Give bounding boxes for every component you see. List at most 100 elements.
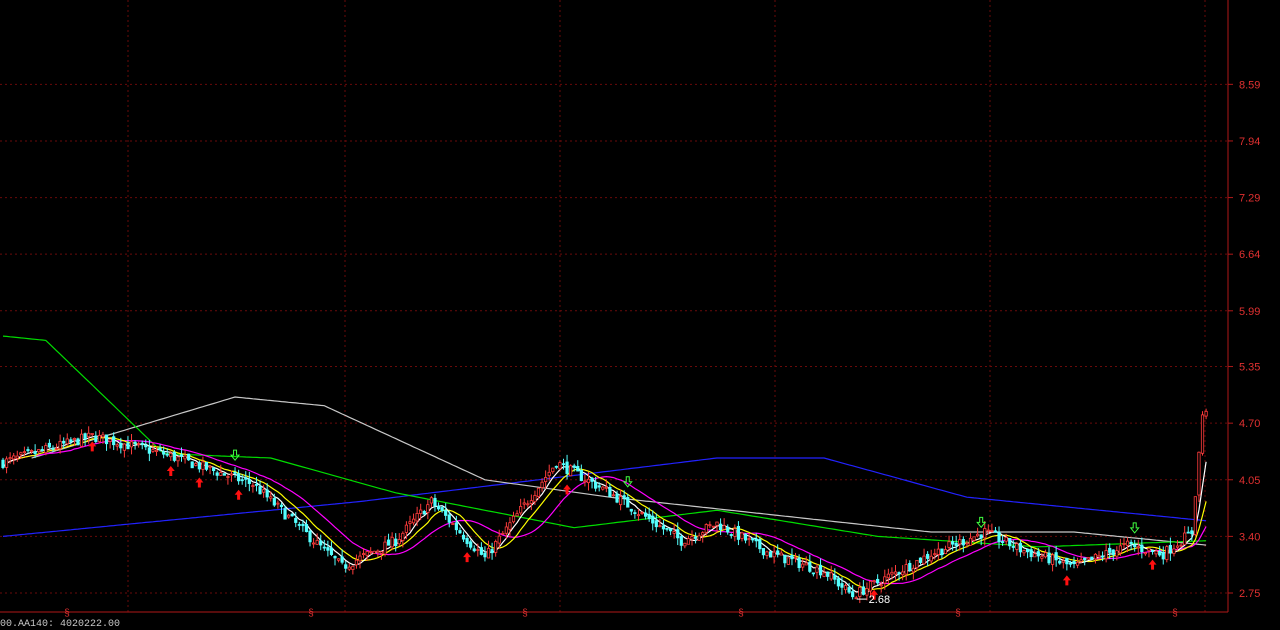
candle-body: [365, 551, 369, 556]
candle-body: [1108, 547, 1112, 553]
candle-body: [576, 465, 580, 472]
candle-body: [822, 572, 826, 577]
candle-body: [240, 479, 244, 482]
candle-body: [172, 451, 176, 461]
candle-body: [54, 448, 59, 450]
sell-arrow-icon: [1129, 522, 1140, 534]
candle-body: [1040, 556, 1044, 559]
candle-body: [615, 493, 619, 503]
candle-body: [790, 554, 794, 560]
candle-body: [990, 529, 994, 532]
candle-body: [697, 535, 701, 541]
candle-body: [501, 532, 505, 535]
candle-body: [269, 496, 273, 499]
candle-body: [58, 440, 62, 450]
candle-body: [94, 435, 98, 442]
candle-body: [826, 571, 830, 577]
buy-arrow-icon: [88, 441, 97, 452]
candle-body: [997, 531, 1001, 543]
candle-body: [1025, 548, 1030, 553]
candle-body: [594, 481, 598, 489]
candle-body: [12, 455, 16, 460]
candle-body: [1022, 550, 1026, 554]
candle-body: [747, 538, 751, 540]
candle-body: [690, 536, 694, 540]
candle-body: [226, 476, 230, 478]
candle-body: [565, 461, 569, 474]
candle-body: [358, 555, 362, 562]
candle-body: [297, 524, 301, 526]
candle-body: [315, 540, 319, 545]
candle-body: [836, 578, 840, 587]
candle-body: [544, 477, 548, 482]
candle-body: [1115, 550, 1119, 557]
candle-body: [761, 548, 766, 556]
candle-body: [469, 541, 473, 548]
candle-body: [619, 496, 623, 506]
candle-body: [104, 434, 109, 445]
candle-body: [743, 533, 748, 541]
candle-body: [276, 502, 280, 505]
candle-body: [344, 564, 348, 569]
candle-body: [793, 556, 798, 559]
candle-body: [340, 556, 344, 563]
candle-body: [494, 541, 498, 553]
candle-body: [169, 453, 173, 458]
candle-body: [1029, 549, 1033, 558]
candle-body: [1043, 552, 1048, 558]
candle-body: [886, 573, 890, 579]
candle-body: [1008, 538, 1012, 547]
candle-body: [90, 433, 94, 435]
candle-body: [472, 548, 476, 552]
candle-body: [219, 472, 223, 476]
candle-body: [829, 572, 833, 580]
candle-body: [144, 444, 148, 448]
candle-body: [62, 440, 66, 444]
price-chart: 8.59 7.94 7.29 6.64 5.99 5.35 4.70 4.05 3.40 2.75…: [0, 0, 1260, 619]
candle-body: [411, 518, 416, 524]
candle-body: [1179, 544, 1183, 547]
candle-body: [693, 536, 698, 539]
signal-marker: §: [955, 608, 961, 619]
candle-body: [726, 526, 730, 533]
candle-body: [547, 471, 551, 477]
candle-body: [44, 445, 48, 453]
candle-body: [947, 541, 951, 548]
candle-body: [1075, 561, 1080, 566]
candle-body: [879, 584, 883, 587]
price-axis: 8.59 7.94 7.29 6.64 5.99 5.35 4.70 4.05 3.40 2.75: [0, 0, 1260, 613]
candle-body: [1190, 530, 1194, 535]
candle-body: [429, 497, 434, 504]
candle-body: [122, 443, 126, 451]
candle-body: [1, 459, 5, 468]
candle-body: [572, 465, 576, 468]
candle-body: [140, 442, 144, 445]
candle-body: [87, 432, 91, 438]
candle-body: [8, 457, 12, 460]
candle-body: [119, 442, 123, 449]
candle-body: [1058, 560, 1062, 564]
candlestick-series: [1, 408, 1208, 604]
candle-body: [519, 506, 523, 514]
candle-body: [179, 454, 184, 457]
candle-body: [686, 538, 691, 545]
candle-body: [361, 553, 366, 555]
candle-body: [1011, 546, 1015, 548]
candle-body: [290, 513, 294, 517]
buy-arrow-icon: [1148, 559, 1157, 570]
candle-body: [644, 512, 648, 517]
candle-body: [1093, 553, 1098, 560]
ma5-line: [2, 435, 1207, 595]
candle-body: [611, 494, 616, 497]
candle-body: [479, 547, 483, 555]
candle-body: [15, 455, 19, 459]
candle-body: [504, 526, 508, 534]
candle-body: [1150, 550, 1155, 553]
candle-body: [661, 525, 666, 530]
candle-body: [776, 550, 780, 555]
candle-body: [536, 487, 541, 497]
candle-body: [876, 578, 880, 584]
candle-body: [993, 530, 998, 533]
candle-body: [397, 539, 401, 545]
low-price-label: 2.68: [869, 594, 890, 606]
